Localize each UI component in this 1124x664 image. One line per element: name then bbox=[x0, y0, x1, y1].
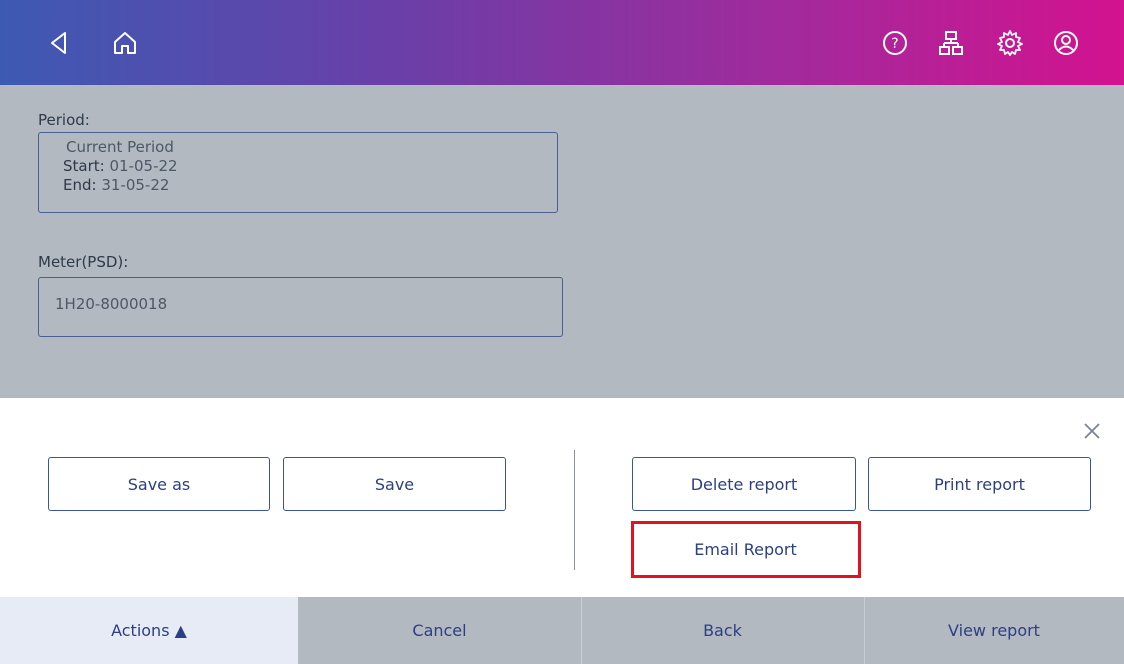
home-icon[interactable] bbox=[108, 26, 142, 60]
svg-text:?: ? bbox=[891, 36, 898, 52]
start-key: Start: bbox=[63, 157, 105, 175]
period-name: Current Period bbox=[66, 138, 174, 156]
end-value: 31-05-22 bbox=[101, 176, 170, 194]
end-key: End: bbox=[63, 176, 97, 194]
period-label: Period: bbox=[38, 111, 90, 129]
settings-icon[interactable] bbox=[993, 26, 1027, 60]
actions-panel: Save as Save Delete report Print report … bbox=[0, 398, 1124, 597]
network-icon[interactable] bbox=[934, 26, 968, 60]
divider bbox=[574, 450, 575, 570]
tab-actions[interactable]: Actions ▲ bbox=[0, 597, 298, 664]
tab-view-report[interactable]: View report bbox=[864, 597, 1124, 664]
close-icon[interactable] bbox=[1082, 421, 1102, 441]
report-form: Period: Current Period Start: 01-05-22 E… bbox=[0, 85, 1124, 398]
save-as-button[interactable]: Save as bbox=[48, 457, 270, 511]
bottom-tab-bar: Actions ▲ Cancel Back View report bbox=[0, 597, 1124, 664]
print-report-button[interactable]: Print report bbox=[868, 457, 1091, 511]
meter-select[interactable]: 1H20-8000018 bbox=[38, 277, 563, 337]
save-button[interactable]: Save bbox=[283, 457, 506, 511]
back-icon[interactable] bbox=[42, 26, 76, 60]
start-value: 01-05-22 bbox=[109, 157, 178, 175]
period-end: End: 31-05-22 bbox=[63, 176, 557, 195]
tab-back[interactable]: Back bbox=[581, 597, 864, 664]
help-icon[interactable]: ? bbox=[878, 26, 912, 60]
period-start: Start: 01-05-22 bbox=[63, 157, 557, 176]
email-report-button[interactable]: Email Report bbox=[632, 522, 859, 576]
top-bar: ? bbox=[0, 0, 1124, 85]
delete-report-button[interactable]: Delete report bbox=[632, 457, 856, 511]
meter-value: 1H20-8000018 bbox=[55, 295, 168, 313]
meter-label: Meter(PSD): bbox=[38, 253, 129, 271]
tab-cancel[interactable]: Cancel bbox=[298, 597, 581, 664]
period-select[interactable]: Current Period Start: 01-05-22 End: 31-0… bbox=[38, 132, 558, 213]
account-icon[interactable] bbox=[1049, 26, 1083, 60]
